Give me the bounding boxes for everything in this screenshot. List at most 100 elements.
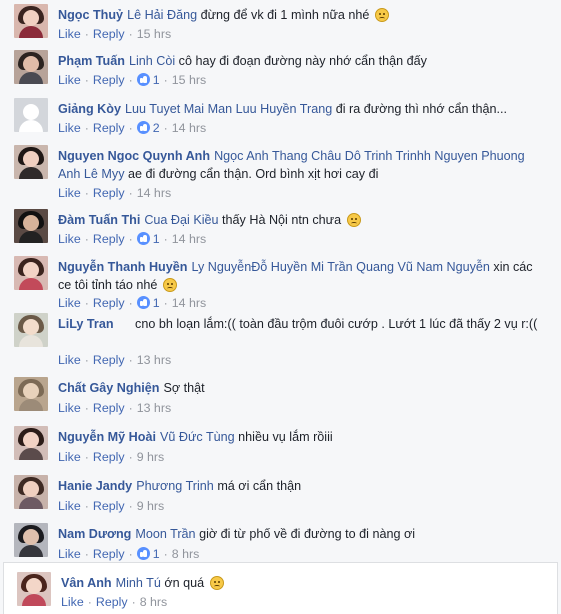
comment-time[interactable]: 8 hrs [140, 595, 168, 609]
like-button[interactable]: Like [58, 186, 81, 200]
comment-time[interactable]: 8 hrs [172, 547, 200, 561]
comment-actions: Like · Reply · 9 hrs [58, 499, 165, 513]
like-button[interactable]: Like [58, 547, 81, 561]
avatar[interactable] [14, 426, 48, 460]
comment-message: giờ đi từ phố về đi đường to đi nàng ơi [199, 527, 416, 541]
comment-actions: Like · Reply · 8 hrs [61, 595, 168, 609]
comment-actions: Like · Reply · 1 · 8 hrs [58, 547, 200, 561]
comment-message: nhiều vụ lắm rồiii [238, 430, 333, 444]
comment-author[interactable]: Nguyễn Thanh Huyền [58, 260, 187, 274]
reply-button[interactable]: Reply [93, 401, 125, 415]
comment-time[interactable]: 13 hrs [137, 401, 171, 415]
avatar[interactable] [14, 4, 48, 38]
comment-message: Sợ thật [163, 381, 205, 395]
like-count[interactable]: 1 [153, 73, 160, 87]
comment-actions: Like · Reply · 1 · 15 hrs [58, 73, 207, 87]
reply-button[interactable]: Reply [93, 232, 125, 246]
like-count[interactable]: 1 [153, 232, 160, 246]
like-count-icon[interactable] [136, 73, 150, 86]
avatar[interactable] [14, 145, 48, 179]
like-count[interactable]: 1 [153, 296, 160, 310]
comment-text: Vân Anh Minh Tú ớn quá [61, 574, 546, 592]
avatar[interactable] [14, 523, 48, 557]
comment-text: Hanie Jandy Phương Trinh má ơi cẩn thận [58, 477, 543, 495]
comment-time[interactable]: 14 hrs [172, 296, 206, 310]
tagged-users[interactable]: Luu Tuyet Mai Man Luu Huyền Trang [125, 102, 332, 116]
tagged-users[interactable]: Lê Hải Đăng [127, 8, 197, 22]
comment-time[interactable]: 14 hrs [172, 232, 206, 246]
like-count[interactable]: 1 [153, 547, 160, 561]
comment-time[interactable]: 15 hrs [137, 27, 171, 41]
like-count-icon[interactable] [136, 121, 150, 134]
comment-author[interactable]: Nam Dương [58, 527, 131, 541]
reply-button[interactable]: Reply [93, 296, 125, 310]
comment-text: Nam Dương Moon Trần giờ đi từ phố về đi đ… [58, 525, 543, 543]
reply-button[interactable]: Reply [93, 499, 125, 513]
like-button[interactable]: Like [58, 121, 81, 135]
comment-time[interactable]: 9 hrs [137, 450, 165, 464]
like-button[interactable]: Like [58, 73, 81, 87]
comment-author[interactable]: Vân Anh [61, 576, 112, 590]
comment-time[interactable]: 13 hrs [137, 353, 171, 367]
reply-button[interactable]: Reply [93, 450, 125, 464]
like-button[interactable]: Like [58, 401, 81, 415]
comment-time[interactable]: 9 hrs [137, 499, 165, 513]
comment-author[interactable]: Đàm Tuấn Thi [58, 213, 140, 227]
comment-time[interactable]: 14 hrs [172, 121, 206, 135]
like-button[interactable]: Like [58, 499, 81, 513]
reply-button[interactable]: Reply [93, 186, 125, 200]
like-count-icon[interactable] [136, 547, 150, 560]
comment-actions: Like · Reply · 13 hrs [58, 401, 172, 415]
reply-button[interactable]: Reply [93, 353, 125, 367]
tagged-users[interactable]: Moon Trần [135, 527, 195, 541]
avatar[interactable] [14, 256, 48, 290]
comment-author[interactable]: Nguyen Ngoc Quynh Anh [58, 149, 210, 163]
comment-author[interactable]: Nguyễn Mỹ Hoài [58, 430, 156, 444]
comment-text: LiLy Tran cno bh loạn lắm:(( toàn đầu tr… [58, 315, 543, 333]
avatar[interactable] [14, 313, 48, 347]
like-button[interactable]: Like [58, 27, 81, 41]
avatar[interactable] [14, 377, 48, 411]
reply-button[interactable]: Reply [93, 27, 125, 41]
like-button[interactable]: Like [58, 450, 81, 464]
reply-button[interactable]: Reply [93, 121, 125, 135]
comment-time[interactable]: 14 hrs [137, 186, 171, 200]
comment-actions: Like · Reply · 1 · 14 hrs [58, 232, 207, 246]
reply-button[interactable]: Reply [96, 595, 128, 609]
tagged-users[interactable]: Minh Tú [116, 576, 161, 590]
comment-author[interactable]: LiLy Tran [58, 317, 114, 331]
comment-author[interactable]: Phạm Tuấn [58, 54, 125, 68]
like-button[interactable]: Like [58, 353, 81, 367]
tagged-users[interactable]: Phương Trinh [136, 479, 214, 493]
reply-button[interactable]: Reply [93, 547, 125, 561]
comment-text: Chất Gây Nghiện Sợ thật [58, 379, 543, 397]
tagged-users[interactable]: Vũ Đức Tùng [160, 430, 235, 444]
comment-text: Nguyễn Thanh Huyền Ly NguyễnĐỗ Huyền Mi T… [58, 258, 543, 294]
avatar[interactable] [17, 572, 51, 606]
reply-button[interactable]: Reply [93, 73, 125, 87]
like-button[interactable]: Like [58, 296, 81, 310]
avatar[interactable] [14, 209, 48, 243]
comment-author[interactable]: Giảng Kòy [58, 102, 121, 116]
comment-author[interactable]: Ngọc Thuỷ [58, 8, 123, 22]
comment-message: ae đi đường cẩn thận. Ord bình xịt hơi c… [128, 167, 379, 181]
comment-author[interactable]: Chất Gây Nghiện [58, 381, 159, 395]
like-button[interactable]: Like [61, 595, 84, 609]
like-button[interactable]: Like [58, 232, 81, 246]
tagged-users[interactable]: Linh Còi [129, 54, 175, 68]
comment-author[interactable]: Hanie Jandy [58, 479, 132, 493]
comment-actions: Like · Reply · 13 hrs [58, 353, 172, 367]
relieved-face-icon [346, 213, 361, 227]
like-count-icon[interactable] [136, 296, 150, 309]
comment-text: Đàm Tuấn Thi Cua Đại Kiều thấy Hà Nội ntn… [58, 211, 543, 229]
like-count-icon[interactable] [136, 232, 150, 245]
comment-actions: Like · Reply · 9 hrs [58, 450, 165, 464]
comment-actions: Like · Reply · 2 · 14 hrs [58, 121, 207, 135]
like-count[interactable]: 2 [153, 121, 160, 135]
comment-time[interactable]: 15 hrs [172, 73, 206, 87]
avatar[interactable] [14, 50, 48, 84]
tagged-users[interactable]: Ly NguyễnĐỗ Huyền Mi Trần Quang Vũ Nam N… [191, 260, 489, 274]
tagged-users[interactable]: Cua Đại Kiều [144, 213, 218, 227]
avatar[interactable] [14, 475, 48, 509]
avatar[interactable] [14, 98, 48, 132]
